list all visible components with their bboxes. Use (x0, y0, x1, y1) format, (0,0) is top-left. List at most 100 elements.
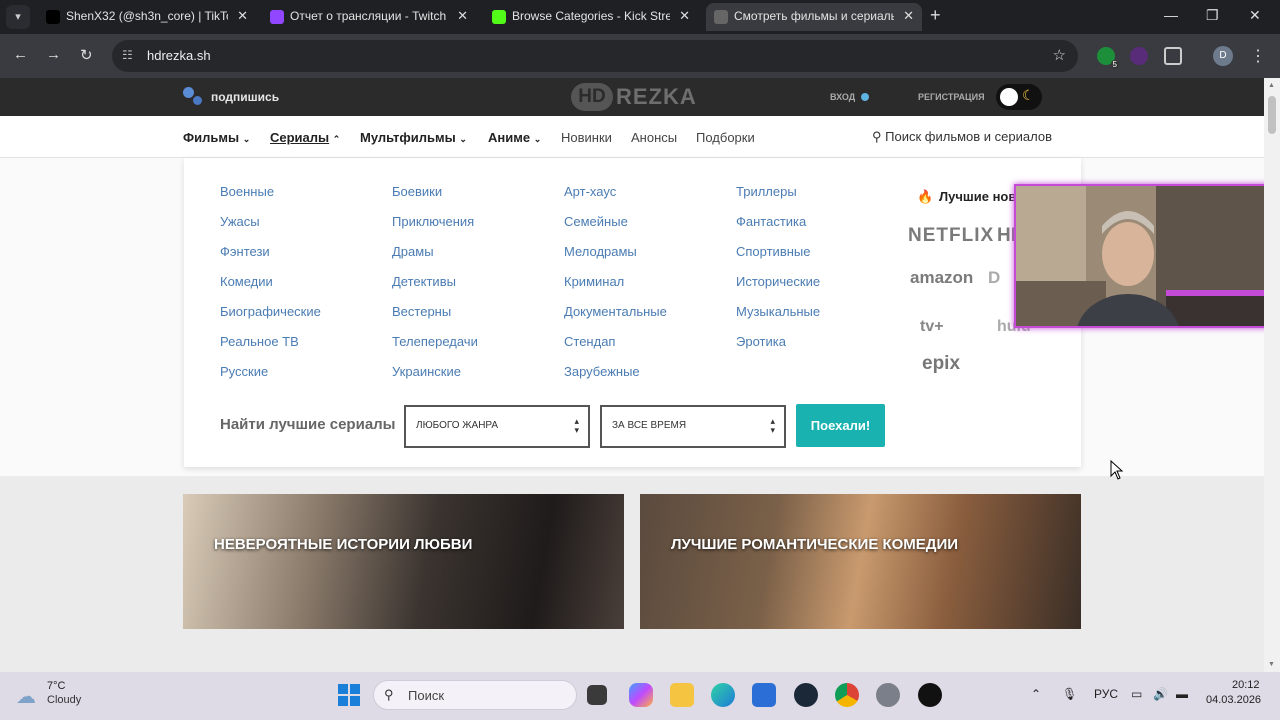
genre-link[interactable]: Спортивные (736, 244, 810, 259)
go-button[interactable]: Поехали! (796, 404, 885, 447)
edge-icon[interactable] (711, 683, 735, 707)
restore-button[interactable]: ❐ (1206, 7, 1219, 24)
obs-icon[interactable] (918, 683, 942, 707)
genre-link[interactable]: Биографические (220, 304, 321, 319)
close-icon[interactable]: ✕ (903, 8, 914, 24)
brand-epix[interactable]: epix (922, 353, 960, 375)
scroll-down-icon[interactable]: ▼ (1268, 661, 1275, 668)
address-bar[interactable]: ☷ hdrezka.sh ☆ (112, 40, 1078, 72)
genre-link[interactable]: Эротика (736, 334, 786, 349)
network-icon[interactable]: ▭ (1131, 687, 1142, 701)
genre-link[interactable]: Комедии (220, 274, 273, 289)
new-tab-button[interactable]: + (930, 5, 941, 26)
profile-avatar[interactable]: D (1213, 46, 1233, 66)
cloud-icon[interactable]: ☁ (16, 684, 36, 709)
extension-music-icon[interactable] (1130, 47, 1148, 65)
brand-disney[interactable]: D (988, 268, 1000, 288)
microphone-icon[interactable]: 🎙 (1062, 687, 1077, 701)
clock-date[interactable]: 04.03.2026 (1206, 694, 1261, 706)
genre-link[interactable]: Боевики (392, 184, 442, 199)
genre-link[interactable]: Военные (220, 184, 274, 199)
genre-link[interactable]: Мелодрамы (564, 244, 637, 259)
genre-link[interactable]: Семейные (564, 214, 628, 229)
nav-series[interactable]: Сериалы ⌃ (270, 130, 340, 145)
genre-link[interactable]: Русские (220, 364, 268, 379)
close-icon[interactable]: ✕ (457, 8, 468, 24)
genre-link[interactable]: Ужасы (220, 214, 260, 229)
steam-icon[interactable] (794, 683, 818, 707)
copilot-icon[interactable] (629, 683, 653, 707)
login-link[interactable]: ВХОД (830, 92, 855, 102)
file-explorer-icon[interactable] (670, 683, 694, 707)
nav-collections[interactable]: Подборки (696, 130, 755, 145)
taskbar-search[interactable]: ⚲ Поиск (373, 680, 577, 710)
minimize-button[interactable]: — (1164, 7, 1178, 23)
nav-cartoons[interactable]: Мультфильмы ⌄ (360, 130, 467, 145)
period-select[interactable]: ЗА ВСЕ ВРЕМЯ ▴ ▾ (600, 405, 786, 448)
battery-icon[interactable]: ▬ (1176, 687, 1188, 701)
nav-announcements[interactable]: Анонсы (631, 130, 677, 145)
chevron-up-icon[interactable]: ⌃ (1031, 687, 1041, 701)
scrollbar-thumb[interactable] (1268, 96, 1276, 134)
genre-link[interactable]: Реальное ТВ (220, 334, 299, 349)
store-icon[interactable] (752, 683, 776, 707)
nav-new[interactable]: Новинки (561, 130, 612, 145)
weather-condition[interactable]: Cloudy (47, 694, 81, 706)
close-icon[interactable]: ✕ (237, 8, 248, 24)
theme-toggle[interactable]: ☾ (996, 84, 1042, 110)
genre-link[interactable]: Стендап (564, 334, 615, 349)
chrome-icon[interactable] (835, 683, 859, 707)
genre-link[interactable]: Зарубежные (564, 364, 640, 379)
genre-link[interactable]: Арт-хаус (564, 184, 616, 199)
genre-select[interactable]: ЛЮБОГО ЖАНРА ▴ ▾ (404, 405, 590, 448)
tab-kick[interactable]: Browse Categories - Kick Stream ✕ (484, 3, 698, 31)
weather-temperature[interactable]: 7°C (47, 680, 65, 692)
extension-shield-icon[interactable]: 5 (1097, 47, 1119, 69)
genre-link[interactable]: Украинские (392, 364, 461, 379)
site-info-icon[interactable]: ☷ (122, 48, 133, 62)
genre-link[interactable]: Криминал (564, 274, 624, 289)
genre-link[interactable]: Документальные (564, 304, 667, 319)
genre-link[interactable]: Приключения (392, 214, 474, 229)
brand-appletv[interactable]: tv+ (920, 318, 944, 336)
banner-romcoms[interactable]: ЛУЧШИЕ РОМАНТИЧЕСКИЕ КОМЕДИИ (640, 494, 1081, 629)
site-logo[interactable]: HD REZKA (571, 82, 696, 112)
bookmark-star-icon[interactable]: ☆ (1053, 46, 1066, 64)
task-view-icon[interactable] (587, 685, 607, 705)
window-close-button[interactable]: ✕ (1249, 7, 1261, 24)
volume-icon[interactable]: 🔊 (1153, 687, 1168, 701)
brand-netflix[interactable]: NETFLIX (908, 225, 994, 247)
genre-link[interactable]: Фэнтези (220, 244, 270, 259)
genre-link[interactable]: Вестерны (392, 304, 451, 319)
nav-anime[interactable]: Аниме ⌄ (488, 130, 541, 145)
back-button[interactable]: ← (13, 46, 28, 63)
genre-link[interactable]: Детективы (392, 274, 456, 289)
genre-link[interactable]: Исторические (736, 274, 820, 289)
subscribe-icon[interactable] (183, 87, 205, 109)
forward-button[interactable]: → (46, 46, 61, 63)
tab-tiktok[interactable]: ShenX32 (@sh3n_core) | TikTok ✕ (38, 3, 256, 31)
nav-films[interactable]: Фильмы ⌄ (183, 130, 250, 145)
reload-button[interactable]: ↻ (80, 46, 93, 64)
site-search[interactable]: ⚲ Поиск фильмов и сериалов (872, 129, 1052, 145)
brand-amazon[interactable]: amazon (910, 268, 973, 288)
genre-link[interactable]: Телепередачи (392, 334, 478, 349)
genre-link[interactable]: Фантастика (736, 214, 806, 229)
tab-hdrezka[interactable]: Смотреть фильмы и сериалы ✕ (706, 3, 922, 31)
close-icon[interactable]: ✕ (679, 8, 690, 24)
page-scrollbar[interactable]: ▲ ▼ (1264, 78, 1280, 672)
clock-time[interactable]: 20:12 (1232, 679, 1260, 691)
extensions-puzzle-icon[interactable] (1164, 47, 1182, 65)
genre-link[interactable]: Музыкальные (736, 304, 820, 319)
banner-love-stories[interactable]: НЕВЕРОЯТНЫЕ ИСТОРИИ ЛЮБВИ (183, 494, 624, 629)
tab-twitch[interactable]: Отчет о трансляции - Twitch ✕ (262, 3, 476, 31)
browser-menu-icon[interactable]: ⋮ (1250, 46, 1266, 66)
input-language[interactable]: РУС (1094, 687, 1118, 701)
register-link[interactable]: РЕГИСТРАЦИЯ (918, 92, 985, 102)
start-button[interactable] (338, 684, 360, 706)
settings-gear-icon[interactable] (876, 683, 900, 707)
tab-search-button[interactable]: ▾ (6, 5, 30, 29)
genre-link[interactable]: Триллеры (736, 184, 797, 199)
subscribe-link[interactable]: подпишись (211, 90, 279, 104)
genre-link[interactable]: Драмы (392, 244, 434, 259)
